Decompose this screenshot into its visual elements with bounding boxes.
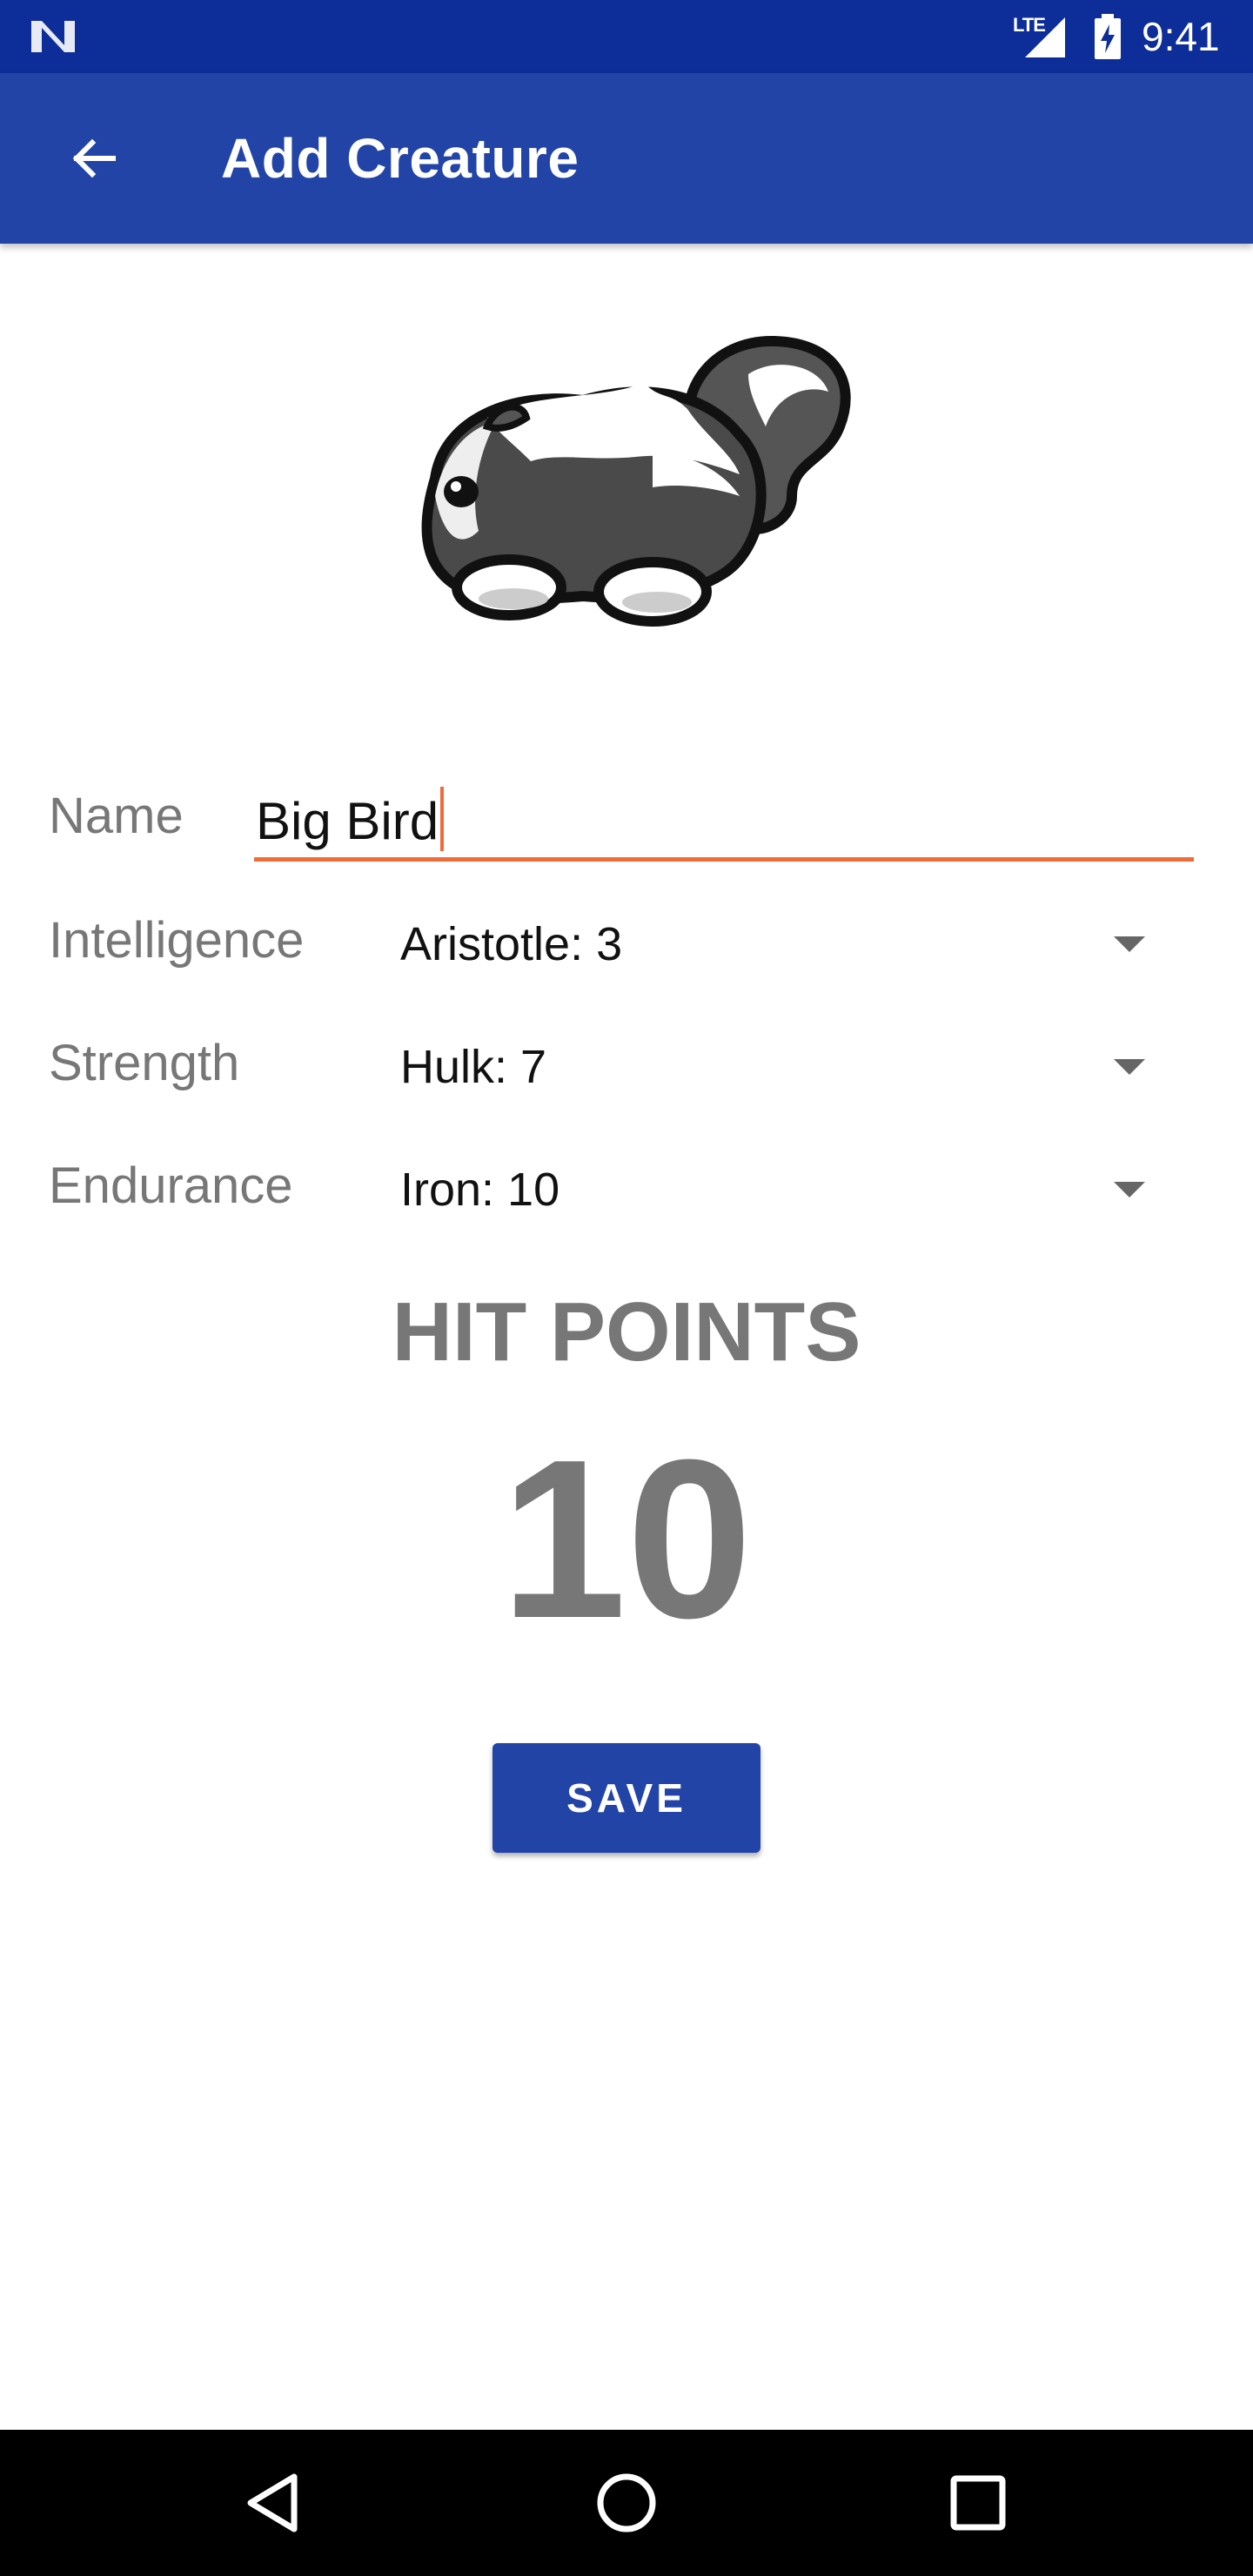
- nav-back-icon[interactable]: [238, 2466, 312, 2539]
- navigation-bar: [0, 2430, 1253, 2576]
- back-button[interactable]: [52, 117, 136, 200]
- battery-charging-icon: [1095, 14, 1121, 59]
- status-time: 9:41: [1142, 14, 1220, 59]
- status-bar: LTE 9:41: [0, 0, 1253, 73]
- strength-selected-value: Hulk: 7: [400, 1041, 547, 1093]
- nav-home-icon[interactable]: [590, 2466, 663, 2539]
- name-input[interactable]: Big Bird: [254, 775, 1194, 862]
- dropdown-arrow-icon: [1114, 1182, 1145, 1197]
- strength-dropdown[interactable]: Hulk: 7: [400, 1024, 1166, 1111]
- n-logo-icon: [31, 21, 75, 52]
- text-caret: [440, 787, 445, 851]
- app-bar: Add Creature: [0, 73, 1253, 244]
- endurance-dropdown[interactable]: Iron: 10: [400, 1147, 1166, 1234]
- endurance-label: Endurance: [49, 1157, 293, 1214]
- save-button[interactable]: SAVE: [492, 1743, 761, 1853]
- intelligence-dropdown[interactable]: Aristotle: 3: [400, 902, 1166, 989]
- dropdown-arrow-icon: [1114, 1059, 1145, 1075]
- endurance-selected-value: Iron: 10: [400, 1164, 560, 1216]
- name-input-text: Big Bird: [256, 792, 439, 850]
- hit-points-heading: HIT POINTS: [392, 1285, 861, 1379]
- intelligence-label: Intelligence: [49, 912, 305, 969]
- name-label: Name: [49, 788, 184, 844]
- page-title: Add Creature: [221, 127, 580, 190]
- name-input-value: Big Bird: [256, 787, 445, 852]
- nav-recents-icon[interactable]: [941, 2466, 1015, 2539]
- dropdown-arrow-icon: [1114, 936, 1145, 952]
- intelligence-selected-value: Aristotle: 3: [400, 918, 623, 970]
- skunk-creature-icon: [421, 335, 851, 627]
- hit-points-value: 10: [500, 1413, 753, 1666]
- arrow-left-icon: [72, 138, 116, 178]
- strength-label: Strength: [49, 1035, 240, 1091]
- signal-icon: [1025, 17, 1065, 57]
